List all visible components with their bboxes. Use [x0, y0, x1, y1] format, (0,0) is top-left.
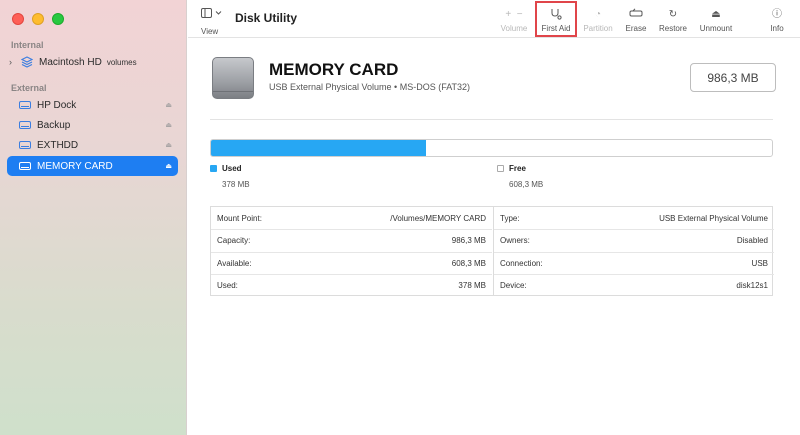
drive-icon: [19, 101, 31, 109]
erase-button[interactable]: Erase: [622, 8, 650, 33]
partition-button[interactable]: ◔ Partition: [580, 8, 616, 33]
info-icon: ⓘ: [772, 9, 782, 20]
window-controls: [12, 13, 64, 25]
info-value: USB External Physical Volume: [659, 213, 768, 223]
main-panel: MEMORY CARD USB External Physical Volume…: [188, 39, 800, 435]
zoom-window-button[interactable]: [52, 13, 64, 25]
drive-icon: [19, 141, 31, 149]
info-button[interactable]: ⓘ Info: [766, 8, 788, 33]
drive-icon: [19, 121, 31, 129]
info-row-connection: Connection: USB: [494, 252, 774, 274]
window-title: Disk Utility: [235, 11, 298, 25]
info-label: Device:: [500, 281, 527, 290]
usage-bar: [210, 139, 773, 157]
unmount-button[interactable]: ⏏ Unmount: [696, 8, 736, 33]
info-label: Used:: [217, 281, 238, 290]
sidebar-item-memory-card[interactable]: MEMORY CARD ⏏: [7, 156, 178, 176]
sidebar-item-label: HP Dock: [37, 99, 77, 111]
info-label: Owners:: [500, 236, 530, 245]
sidebar: Internal › Macintosh HD volumes External…: [0, 0, 187, 435]
restore-icon: ↻: [668, 9, 678, 20]
info-row-type: Type: USB External Physical Volume: [494, 207, 774, 229]
info-row-used: Used: 378 MB: [211, 274, 492, 296]
disk-name: MEMORY CARD: [269, 60, 399, 79]
pie-icon: ◔: [594, 9, 602, 20]
sidebar-item-label: Backup: [37, 119, 71, 131]
eject-icon[interactable]: ⏏: [165, 121, 172, 129]
drive-icon: [19, 162, 31, 170]
legend-free: Free 608,3 MB: [497, 164, 543, 189]
info-value: Disabled: [736, 236, 768, 245]
free-swatch: [497, 165, 504, 172]
section-label-external: External: [11, 83, 47, 93]
free-value: 608,3 MB: [509, 180, 544, 189]
unmount-icon: ⏏: [711, 9, 721, 20]
eject-icon[interactable]: ⏏: [165, 101, 172, 109]
info-row-device: Device: disk12s1: [494, 274, 774, 296]
eject-icon[interactable]: ⏏: [165, 162, 172, 170]
info-row-capacity: Capacity: 986,3 MB: [211, 229, 492, 251]
info-value: 986,3 MB: [451, 236, 486, 245]
volume-label: Volume: [500, 24, 528, 33]
toolbar: View Disk Utility + − Volume First Aid ◔…: [188, 0, 800, 38]
info-column-right: Type: USB External Physical Volume Owner…: [493, 207, 774, 295]
sidebar-item-macintosh-hd[interactable]: › Macintosh HD volumes: [7, 52, 178, 72]
sidebar-item-hp-dock[interactable]: HP Dock ⏏: [7, 95, 178, 115]
free-label: Free: [509, 164, 526, 173]
volume-button[interactable]: + − Volume: [498, 8, 530, 33]
info-label: Mount Point:: [217, 213, 262, 223]
view-button[interactable]: View: [201, 8, 229, 36]
info-label: Info: [770, 24, 784, 33]
info-value: 378 MB: [458, 281, 486, 290]
partition-label: Partition: [583, 24, 613, 33]
sidebar-item-sublabel: volumes: [106, 57, 137, 67]
view-label: View: [201, 27, 219, 36]
info-label: Type:: [500, 213, 520, 223]
legend-used: Used 378 MB: [210, 164, 250, 189]
eject-icon[interactable]: ⏏: [165, 141, 172, 149]
used-label: Used: [222, 164, 242, 173]
sidebar-item-label: Macintosh HD: [39, 56, 102, 68]
restore-label: Restore: [658, 24, 687, 33]
first-aid-highlight: [535, 1, 577, 37]
minimize-window-button[interactable]: [32, 13, 44, 25]
unmount-label: Unmount: [699, 24, 733, 33]
info-value: disk12s1: [736, 281, 768, 290]
info-value: USB: [751, 259, 768, 268]
used-swatch: [210, 165, 217, 172]
sidebar-item-exthdd[interactable]: EXTHDD ⏏: [7, 135, 178, 155]
info-row-mount-point: Mount Point: /Volumes/MEMORY CARD: [211, 207, 492, 229]
info-value: /Volumes/MEMORY CARD: [390, 213, 486, 223]
chevron-right-icon[interactable]: ›: [9, 57, 19, 67]
divider: [210, 119, 773, 120]
info-label: Connection:: [500, 259, 543, 268]
sidebar-item-label: MEMORY CARD: [37, 160, 113, 172]
sidebar-toggle-icon: [201, 8, 229, 21]
info-value: 608,3 MB: [451, 259, 486, 268]
close-window-button[interactable]: [12, 13, 24, 25]
layers-icon: [21, 56, 33, 68]
plus-minus-icon: + −: [505, 9, 523, 20]
sidebar-item-backup[interactable]: Backup ⏏: [7, 115, 178, 135]
external-drive-icon: [212, 57, 254, 99]
info-column-left: Mount Point: /Volumes/MEMORY CARD Capaci…: [211, 207, 492, 295]
info-row-available: Available: 608,3 MB: [211, 252, 492, 274]
info-label: Capacity:: [217, 236, 251, 245]
usage-bar-used-fill: [211, 140, 427, 156]
erase-label: Erase: [625, 24, 647, 33]
info-label: Available:: [217, 259, 252, 268]
disk-subtitle: USB External Physical Volume • MS-DOS (F…: [269, 82, 471, 92]
eraser-icon: [622, 8, 650, 22]
disk-info-table: Mount Point: /Volumes/MEMORY CARD Capaci…: [210, 206, 774, 296]
restore-button[interactable]: ↻ Restore: [656, 8, 690, 33]
used-value: 378 MB: [222, 180, 250, 189]
sidebar-item-label: EXTHDD: [37, 139, 79, 151]
section-label-internal: Internal: [11, 40, 44, 50]
disk-size-badge: 986,3 MB: [690, 63, 776, 92]
info-row-owners: Owners: Disabled: [494, 229, 774, 251]
